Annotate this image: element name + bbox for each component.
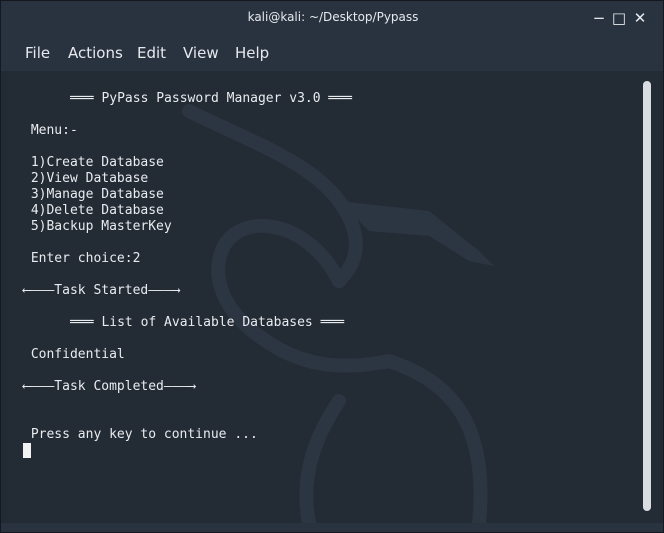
terminal-window: kali@kali: ~/Desktop/Pypass − □ ✕ File A…: [0, 0, 664, 533]
task-completed-line: ⟵———Task Completed———⟶: [23, 379, 196, 394]
maximize-button[interactable]: □: [610, 9, 628, 27]
window-title: kali@kali: ~/Desktop/Pypass: [247, 10, 419, 24]
database-entry: Confidential: [23, 347, 125, 362]
menu-actions[interactable]: Actions: [68, 44, 123, 62]
menu-option-4: 4)Delete Database: [23, 203, 164, 218]
menu-heading: Menu:-: [23, 123, 78, 138]
menu-option-2: 2)View Database: [23, 171, 149, 186]
menu-file[interactable]: File: [25, 44, 50, 62]
window-bottom-border: [1, 523, 663, 532]
choice-prompt: Enter choice:2: [23, 251, 141, 266]
menu-bar: File Actions Edit View Help: [1, 35, 663, 71]
app-banner: ═══ PyPass Password Manager v3.0 ═══: [31, 91, 352, 106]
minimize-button[interactable]: −: [590, 9, 608, 27]
menu-view[interactable]: View: [183, 44, 219, 62]
menu-option-3: 3)Manage Database: [23, 187, 164, 202]
menu-edit[interactable]: Edit: [137, 44, 166, 62]
terminal-output[interactable]: ═══ PyPass Password Manager v3.0 ═══ Men…: [9, 71, 659, 523]
databases-heading: ═══ List of Available Databases ═══: [31, 315, 345, 330]
vertical-scrollbar[interactable]: [643, 81, 651, 511]
continue-prompt: Press any key to continue ...: [23, 427, 258, 442]
close-button[interactable]: ✕: [631, 9, 649, 27]
menu-option-1: 1)Create Database: [23, 155, 164, 170]
menu-option-5: 5)Backup MasterKey: [23, 219, 172, 234]
text-cursor: [23, 443, 31, 458]
menu-help[interactable]: Help: [235, 44, 269, 62]
task-started-line: ⟵———Task Started———⟶: [23, 283, 180, 298]
title-bar[interactable]: kali@kali: ~/Desktop/Pypass − □ ✕: [1, 1, 663, 35]
